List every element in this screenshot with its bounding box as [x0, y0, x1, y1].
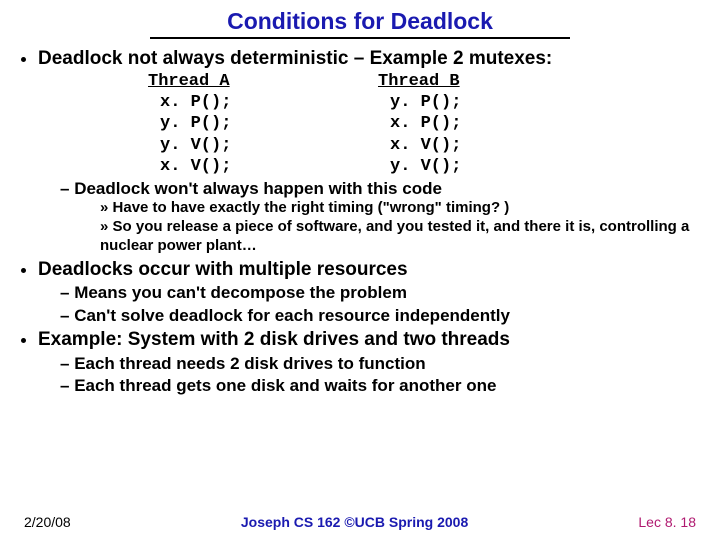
thread-a-line-2: y. P(); [148, 113, 378, 134]
thread-b-line-1: y. P(); [378, 92, 608, 113]
bullet-1-text: Deadlock not always deterministic – Exam… [38, 48, 552, 69]
title-underline [150, 37, 570, 39]
subsub-1: Have to have exactly the right timing ("… [100, 199, 700, 218]
slide: Conditions for Deadlock Deadlock not alw… [0, 0, 720, 540]
subsub-2: So you release a piece of software, and … [100, 218, 700, 256]
bullet-3-text: Example: System with 2 disk drives and t… [38, 329, 510, 350]
sub-3b: Each thread gets one disk and waits for … [60, 375, 700, 396]
sub-list-1: Deadlock won't always happen with this c… [38, 178, 700, 256]
sub-2b: Can't solve deadlock for each resource i… [60, 305, 700, 326]
sub-list-2: Means you can't decompose the problem Ca… [38, 282, 700, 326]
thread-a-line-3: y. V(); [148, 135, 378, 156]
sub-1: Deadlock won't always happen with this c… [60, 178, 700, 256]
thread-a-col: Thread A x. P(); y. P(); y. V(); x. V(); [148, 71, 378, 177]
subsub-list-1: Have to have exactly the right timing ("… [60, 199, 700, 255]
thread-a-title: Thread A [148, 71, 378, 92]
sub-3a: Each thread needs 2 disk drives to funct… [60, 353, 700, 374]
footer: 2/20/08 Joseph CS 162 ©UCB Spring 2008 L… [0, 514, 720, 530]
thread-b-col: Thread B y. P(); x. P(); x. V(); y. V(); [378, 71, 608, 177]
thread-b-title: Thread B [378, 71, 608, 92]
sub-2a: Means you can't decompose the problem [60, 282, 700, 303]
bullet-3: Example: System with 2 disk drives and t… [38, 328, 700, 396]
footer-lecture: Lec 8. 18 [638, 514, 696, 530]
footer-date: 2/20/08 [24, 514, 71, 530]
thread-a-line-4: x. V(); [148, 156, 378, 177]
sub-1-text: Deadlock won't always happen with this c… [74, 179, 442, 198]
thread-b-line-2: x. P(); [378, 113, 608, 134]
bullet-2: Deadlocks occur with multiple resources … [38, 258, 700, 326]
thread-a-line-1: x. P(); [148, 92, 378, 113]
thread-b-line-4: y. V(); [378, 156, 608, 177]
bullet-list: Deadlock not always deterministic – Exam… [20, 47, 700, 396]
footer-course: Joseph CS 162 ©UCB Spring 2008 [241, 514, 468, 530]
slide-title: Conditions for Deadlock [20, 8, 700, 35]
thread-b-line-3: x. V(); [378, 135, 608, 156]
bullet-2-text: Deadlocks occur with multiple resources [38, 259, 408, 280]
sub-list-3: Each thread needs 2 disk drives to funct… [38, 353, 700, 397]
code-example: Thread A x. P(); y. P(); y. V(); x. V();… [148, 71, 700, 177]
bullet-1: Deadlock not always deterministic – Exam… [38, 47, 700, 256]
